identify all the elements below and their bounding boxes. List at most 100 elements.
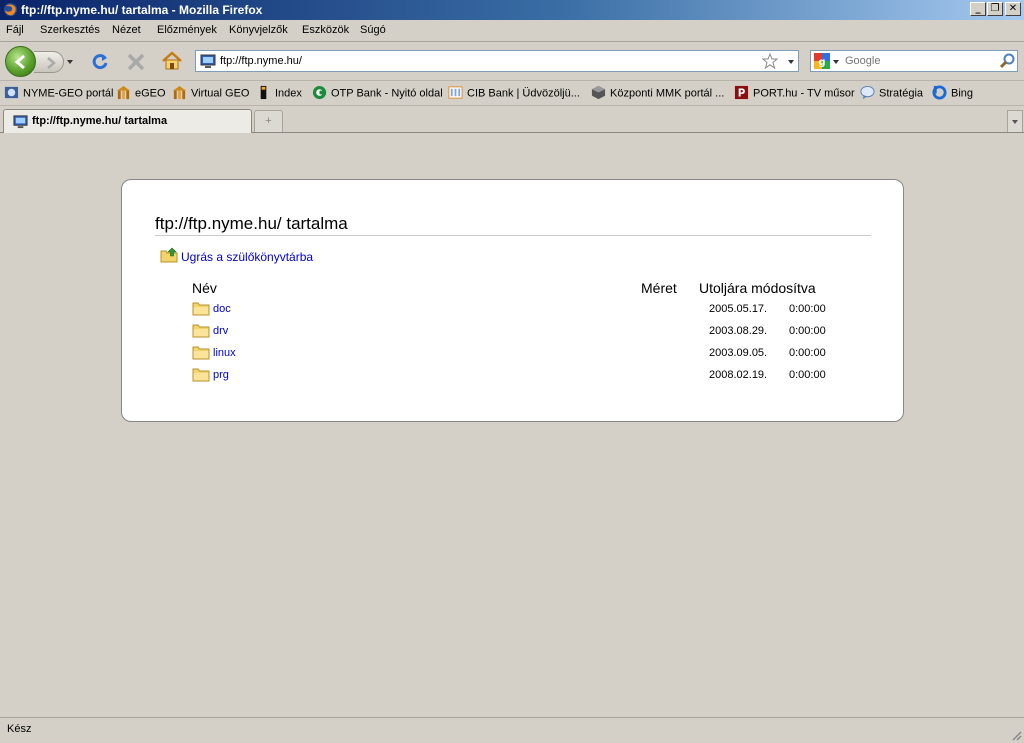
column-header-size: Méret xyxy=(641,280,677,296)
status-bar: Kész xyxy=(0,717,1024,743)
minimize-button[interactable]: _ xyxy=(970,2,986,16)
bookmark-cib[interactable]: CIB Bank | Üdvözöljü... xyxy=(448,86,580,102)
url-dropdown-arrow[interactable] xyxy=(788,60,794,64)
table-row: prg 2008.02.19. 0:00:00 xyxy=(192,366,852,384)
back-button[interactable] xyxy=(5,46,36,77)
gate-icon xyxy=(172,85,187,100)
bookmark-label: Bing xyxy=(951,87,974,100)
search-input[interactable] xyxy=(845,53,995,69)
column-header-name: Név xyxy=(192,280,217,296)
chevron-down-icon xyxy=(1012,120,1018,124)
bookmark-virtual-geo[interactable]: Virtual GEO xyxy=(172,85,250,102)
svg-text:g: g xyxy=(818,57,825,68)
folder-link-drv[interactable]: drv xyxy=(213,325,228,337)
menu-bookmarks[interactable]: Könyvjelzők xyxy=(229,24,288,36)
bookmark-strategia[interactable]: Stratégia xyxy=(860,85,924,102)
bookmark-label: Index xyxy=(275,87,302,100)
bookmark-label: CIB Bank | Üdvözöljü... xyxy=(467,87,580,100)
bookmark-label: eGEO xyxy=(135,87,166,100)
menu-tools[interactable]: Eszközök xyxy=(302,24,349,36)
modified-date: 2008.02.19. xyxy=(709,369,768,381)
google-engine-icon[interactable]: g xyxy=(814,53,830,69)
forward-arrow-icon xyxy=(47,57,56,69)
site-icon xyxy=(13,115,28,129)
forward-button[interactable] xyxy=(34,51,64,73)
home-icon[interactable] xyxy=(161,51,183,71)
bookmark-egeo[interactable]: eGEO xyxy=(116,85,166,102)
modified-date: 2005.05.17. xyxy=(709,303,768,315)
tab-ftp-listing[interactable]: ftp://ftp.nyme.hu/ tartalma xyxy=(3,109,252,133)
folder-link-prg[interactable]: prg xyxy=(213,369,229,381)
folder-icon xyxy=(192,346,210,360)
cib-icon xyxy=(448,86,463,99)
menu-history[interactable]: Előzmények xyxy=(157,24,217,36)
bookmark-label: Virtual GEO xyxy=(191,87,250,100)
port-icon: P xyxy=(734,85,749,100)
tab-label: ftp://ftp.nyme.hu/ tartalma xyxy=(32,115,168,127)
window-title: ftp://ftp.nyme.hu/ tartalma - Mozilla Fi… xyxy=(21,3,263,17)
modified-date: 2003.09.05. xyxy=(709,347,768,359)
menu-help[interactable]: Súgó xyxy=(360,24,386,36)
bookmarks-toolbar: NYME-GEO portál eGEO Virtual GEO Index O… xyxy=(0,81,1024,106)
cube-icon xyxy=(591,85,606,100)
directory-listing-card: ftp://ftp.nyme.hu/ tartalma Ugrás a szül… xyxy=(121,179,904,422)
index-icon xyxy=(260,85,267,100)
svg-text:P: P xyxy=(738,88,746,100)
title-bar: ftp://ftp.nyme.hu/ tartalma - Mozilla Fi… xyxy=(0,0,1024,20)
menu-edit[interactable]: Szerkesztés xyxy=(40,24,100,36)
stop-icon[interactable] xyxy=(126,52,146,72)
parent-directory-link[interactable]: Ugrás a szülőkönyvtárba xyxy=(160,247,313,266)
bing-icon xyxy=(932,85,947,100)
modified-time: 0:00:00 xyxy=(789,347,826,359)
reload-icon[interactable] xyxy=(90,52,110,72)
restore-button[interactable]: ❐ xyxy=(987,2,1003,16)
back-arrow-icon xyxy=(14,54,25,70)
folder-up-icon xyxy=(160,247,178,263)
globe-icon xyxy=(4,86,19,99)
folder-icon xyxy=(192,302,210,316)
close-button[interactable]: ✕ xyxy=(1005,2,1021,16)
tab-strip: ftp://ftp.nyme.hu/ tartalma + xyxy=(0,106,1024,133)
star-icon[interactable] xyxy=(762,53,778,69)
folder-icon xyxy=(192,324,210,338)
table-row: linux 2003.09.05. 0:00:00 xyxy=(192,344,852,362)
search-bar[interactable]: g xyxy=(810,50,1018,72)
new-tab-button[interactable]: + xyxy=(254,110,283,132)
column-header-modified: Utoljára módosítva xyxy=(699,280,816,296)
bookmark-bing[interactable]: Bing xyxy=(932,85,974,102)
search-engine-dropdown[interactable] xyxy=(833,60,839,64)
site-icon xyxy=(200,54,216,68)
bookmark-label: NYME-GEO portál xyxy=(23,87,114,100)
folder-link-doc[interactable]: doc xyxy=(213,303,231,315)
bookmark-otp[interactable]: OTP Bank - Nyitó oldal xyxy=(312,85,443,102)
firefox-logo-icon xyxy=(3,2,18,17)
modified-time: 0:00:00 xyxy=(789,369,826,381)
bookmark-label: Stratégia xyxy=(879,87,924,100)
menu-view[interactable]: Nézet xyxy=(112,24,141,36)
url-bar[interactable] xyxy=(195,50,799,72)
bookmark-mmk[interactable]: Központi MMK portál ... xyxy=(591,85,725,102)
bookmark-index[interactable]: Index xyxy=(256,85,302,102)
modified-time: 0:00:00 xyxy=(789,325,826,337)
bookmark-label: PORT.hu - TV műsor xyxy=(753,87,855,100)
bookmark-label: OTP Bank - Nyitó oldal xyxy=(331,87,443,100)
bookmark-port[interactable]: P PORT.hu - TV műsor xyxy=(734,85,855,102)
magnifier-icon[interactable] xyxy=(1000,53,1016,69)
page-content: ftp://ftp.nyme.hu/ tartalma Ugrás a szül… xyxy=(0,133,1024,717)
tab-list-button[interactable] xyxy=(1007,110,1023,132)
folder-link-linux[interactable]: linux xyxy=(213,347,236,359)
bookmark-label: Központi MMK portál ... xyxy=(610,87,725,100)
bookmark-nyme-geo[interactable]: NYME-GEO portál xyxy=(4,86,113,102)
resize-grip-icon[interactable] xyxy=(1010,729,1022,741)
url-input[interactable] xyxy=(220,53,750,69)
modified-date: 2003.08.29. xyxy=(709,325,768,337)
folder-icon xyxy=(192,368,210,382)
status-text: Kész xyxy=(7,723,32,735)
modified-time: 0:00:00 xyxy=(789,303,826,315)
gate-icon xyxy=(116,85,131,100)
history-dropdown[interactable] xyxy=(67,60,73,64)
page-title: ftp://ftp.nyme.hu/ tartalma xyxy=(155,214,871,236)
menu-file[interactable]: Fájl xyxy=(6,24,24,36)
otp-icon xyxy=(312,85,327,100)
table-row: drv 2003.08.29. 0:00:00 xyxy=(192,322,852,340)
